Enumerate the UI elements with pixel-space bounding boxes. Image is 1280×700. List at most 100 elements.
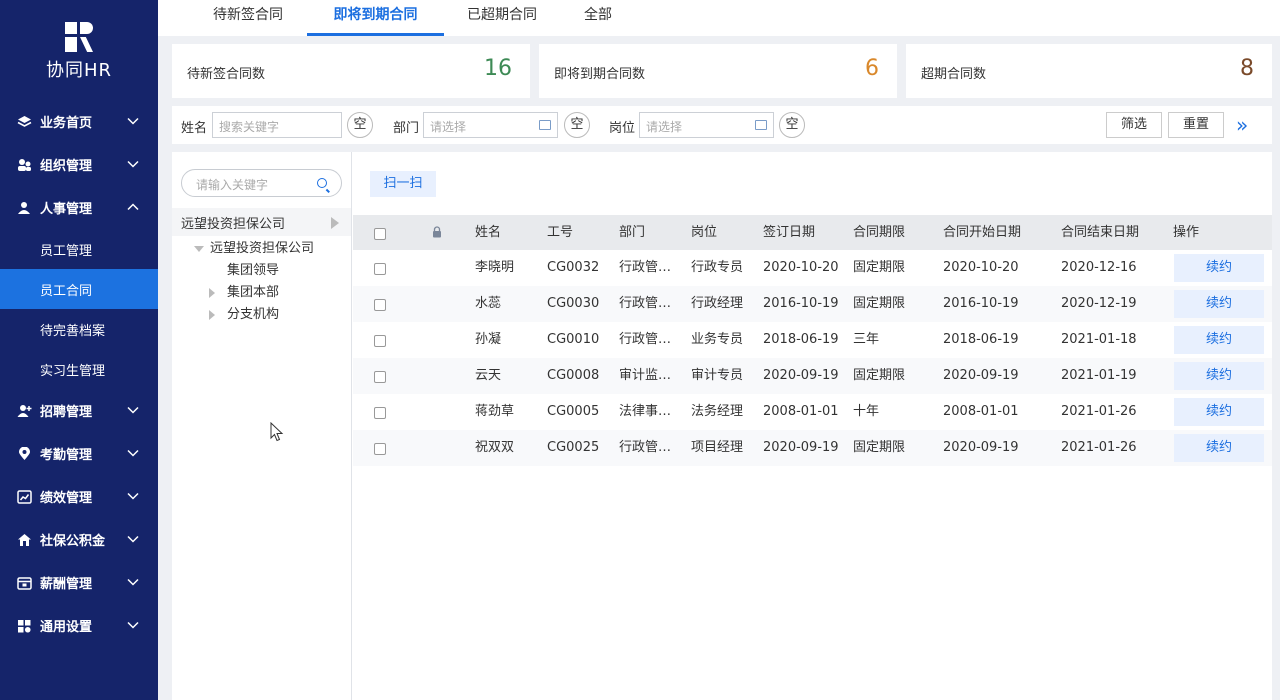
nav-item-org[interactable]: 组织管理 — [0, 143, 158, 186]
row-checkbox[interactable] — [374, 371, 386, 383]
cell-id: CG0025 — [547, 440, 600, 455]
scan-button[interactable]: 扫一扫 — [370, 171, 436, 197]
cell-name: 李晓明 — [475, 260, 515, 275]
cell-sign-date: 2020-09-19 — [763, 440, 839, 455]
table-row[interactable]: 水蕊 CG0030 行政管… 行政经理 2016-10-19 固定期限 2016-10-19… — [353, 286, 1272, 322]
name-filter-label: 姓名 — [181, 121, 208, 136]
row-checkbox[interactable] — [374, 299, 386, 311]
tree-node-company[interactable]: 远望投资担保公司 — [194, 237, 314, 256]
cell-post: 法务经理 — [691, 404, 744, 419]
col-id[interactable]: 工号 — [547, 215, 573, 250]
sub-item-employee[interactable]: 员工管理 — [0, 229, 158, 269]
table-row[interactable]: 祝双双 CG0025 行政管… 项目经理 2020-09-19 固定期限 2020-09-1… — [353, 430, 1272, 466]
sub-item-contract[interactable]: 员工合同 — [0, 269, 158, 309]
tab-expiring[interactable]: 即将到期合同 — [307, 0, 444, 36]
renew-button[interactable]: 续约 — [1174, 434, 1264, 462]
col-term[interactable]: 合同期限 — [853, 215, 905, 250]
nav-item-label: 薪酬管理 — [40, 577, 93, 592]
nav-item-recruit[interactable]: 招聘管理 — [0, 389, 158, 432]
cell-dept: 行政管… — [619, 260, 672, 275]
collapse-arrow-icon[interactable] — [331, 217, 339, 229]
name-search-input[interactable]: 搜索关键字 — [212, 112, 342, 138]
col-dept[interactable]: 部门 — [619, 215, 645, 250]
nav-item-hr[interactable]: 人事管理 — [0, 186, 158, 229]
search-icon[interactable] — [317, 178, 327, 188]
nav-item-settings[interactable]: 通用设置 — [0, 604, 158, 647]
logo-text: 协同HR — [45, 60, 113, 81]
grid-icon — [16, 618, 32, 634]
sub-item-archive[interactable]: 待完善档案 — [0, 309, 158, 349]
sub-item-label: 员工合同 — [40, 283, 93, 299]
cell-name: 蒋劲草 — [475, 404, 515, 419]
row-checkbox[interactable] — [374, 443, 386, 455]
chevron-down-icon — [127, 449, 139, 457]
nav-item-label: 绩效管理 — [40, 491, 93, 506]
renew-button[interactable]: 续约 — [1174, 326, 1264, 354]
contract-table: 姓名 工号 部门 岗位 签订日期 合同期限 合同开始日期 合同结束日期 操作 李… — [353, 215, 1272, 466]
renew-button[interactable]: 续约 — [1174, 290, 1264, 318]
expand-arrow-icon[interactable] — [209, 309, 215, 320]
tree-node-branches[interactable]: 分支机构 — [209, 303, 279, 322]
stat-label: 超期合同数 — [921, 67, 987, 82]
sub-item-intern[interactable]: 实习生管理 — [0, 349, 158, 389]
cell-id: CG0008 — [547, 368, 600, 383]
post-clear-button[interactable]: 空 — [779, 112, 805, 138]
tab-overdue[interactable]: 已超期合同 — [452, 0, 552, 36]
expand-more-icon[interactable]: » — [1236, 113, 1248, 137]
col-post[interactable]: 岗位 — [691, 215, 717, 250]
nav-item-label: 招聘管理 — [40, 405, 93, 420]
cell-post: 审计专员 — [691, 368, 744, 383]
table-row[interactable]: 李晓明 CG0032 行政管… 行政专员 2020-10-20 固定期限 2020-10-2… — [353, 250, 1272, 286]
tree-root-company[interactable]: 远望投资担保公司 — [172, 208, 351, 236]
tab-pending-sign[interactable]: 待新签合同 — [198, 0, 298, 36]
stat-card-overdue: 超期合同数 8 — [906, 44, 1272, 98]
col-name[interactable]: 姓名 — [475, 215, 501, 250]
row-checkbox[interactable] — [374, 407, 386, 419]
cell-end-date: 2021-01-18 — [1061, 332, 1137, 347]
cell-sign-date: 2008-01-01 — [763, 404, 839, 419]
lock-icon — [433, 226, 441, 238]
expand-arrow-icon[interactable] — [209, 287, 215, 298]
post-select[interactable]: 请选择 — [639, 112, 774, 138]
nav-item-performance[interactable]: 绩效管理 — [0, 475, 158, 518]
row-checkbox[interactable] — [374, 335, 386, 347]
renew-button[interactable]: 续约 — [1174, 362, 1264, 390]
org-tree: 请输入关键字 远望投资担保公司 远望投资担保公司 集团领导 集团本部 分支机构 — [172, 152, 352, 700]
expand-arrow-icon[interactable] — [194, 245, 204, 252]
nav-item-home[interactable]: 业务首页 — [0, 100, 158, 143]
table-row[interactable]: 云天 CG0008 审计监… 审计专员 2020-09-19 固定期限 2020-09-19… — [353, 358, 1272, 394]
contract-tabs: 待新签合同 即将到期合同 已超期合同 全部 — [158, 0, 1280, 36]
filter-button[interactable]: 筛选 — [1106, 112, 1162, 138]
tree-node-leaders[interactable]: 集团领导 — [227, 259, 279, 278]
col-start-date[interactable]: 合同开始日期 — [943, 215, 1021, 250]
cell-term: 固定期限 — [853, 368, 906, 383]
tree-search-input[interactable]: 请输入关键字 — [181, 169, 342, 197]
nav-item-attendance[interactable]: 考勤管理 — [0, 432, 158, 475]
dept-clear-button[interactable]: 空 — [564, 112, 590, 138]
chevron-up-icon — [127, 203, 139, 211]
row-checkbox[interactable] — [374, 263, 386, 275]
location-icon — [16, 446, 32, 462]
cell-name: 云天 — [475, 368, 502, 383]
table-row[interactable]: 孙凝 CG0010 行政管… 业务专员 2018-06-19 三年 2018-06-19 20… — [353, 322, 1272, 358]
nav-item-label: 通用设置 — [40, 620, 93, 635]
cell-post: 项目经理 — [691, 440, 744, 455]
reset-button[interactable]: 重置 — [1168, 112, 1224, 138]
tab-all[interactable]: 全部 — [568, 0, 628, 36]
name-clear-button[interactable]: 空 — [347, 112, 373, 138]
col-sign-date[interactable]: 签订日期 — [763, 215, 815, 250]
col-end-date[interactable]: 合同结束日期 — [1061, 215, 1139, 250]
tree-node-hq[interactable]: 集团本部 — [209, 281, 279, 300]
renew-button[interactable]: 续约 — [1174, 398, 1264, 426]
dept-select[interactable]: 请选择 — [423, 112, 558, 138]
stat-value: 8 — [1240, 56, 1254, 81]
select-all-checkbox[interactable] — [374, 228, 386, 240]
post-placeholder: 请选择 — [646, 120, 683, 134]
app-logo: 协同HR — [0, 22, 158, 82]
renew-button[interactable]: 续约 — [1174, 254, 1264, 282]
nav-item-salary[interactable]: 薪酬管理 — [0, 561, 158, 604]
select-icon — [539, 120, 551, 130]
cell-end-date: 2021-01-19 — [1061, 368, 1137, 383]
table-row[interactable]: 蒋劲草 CG0005 法律事… 法务经理 2008-01-01 十年 2008-01-01 2… — [353, 394, 1272, 430]
nav-item-insurance[interactable]: 社保公积金 — [0, 518, 158, 561]
